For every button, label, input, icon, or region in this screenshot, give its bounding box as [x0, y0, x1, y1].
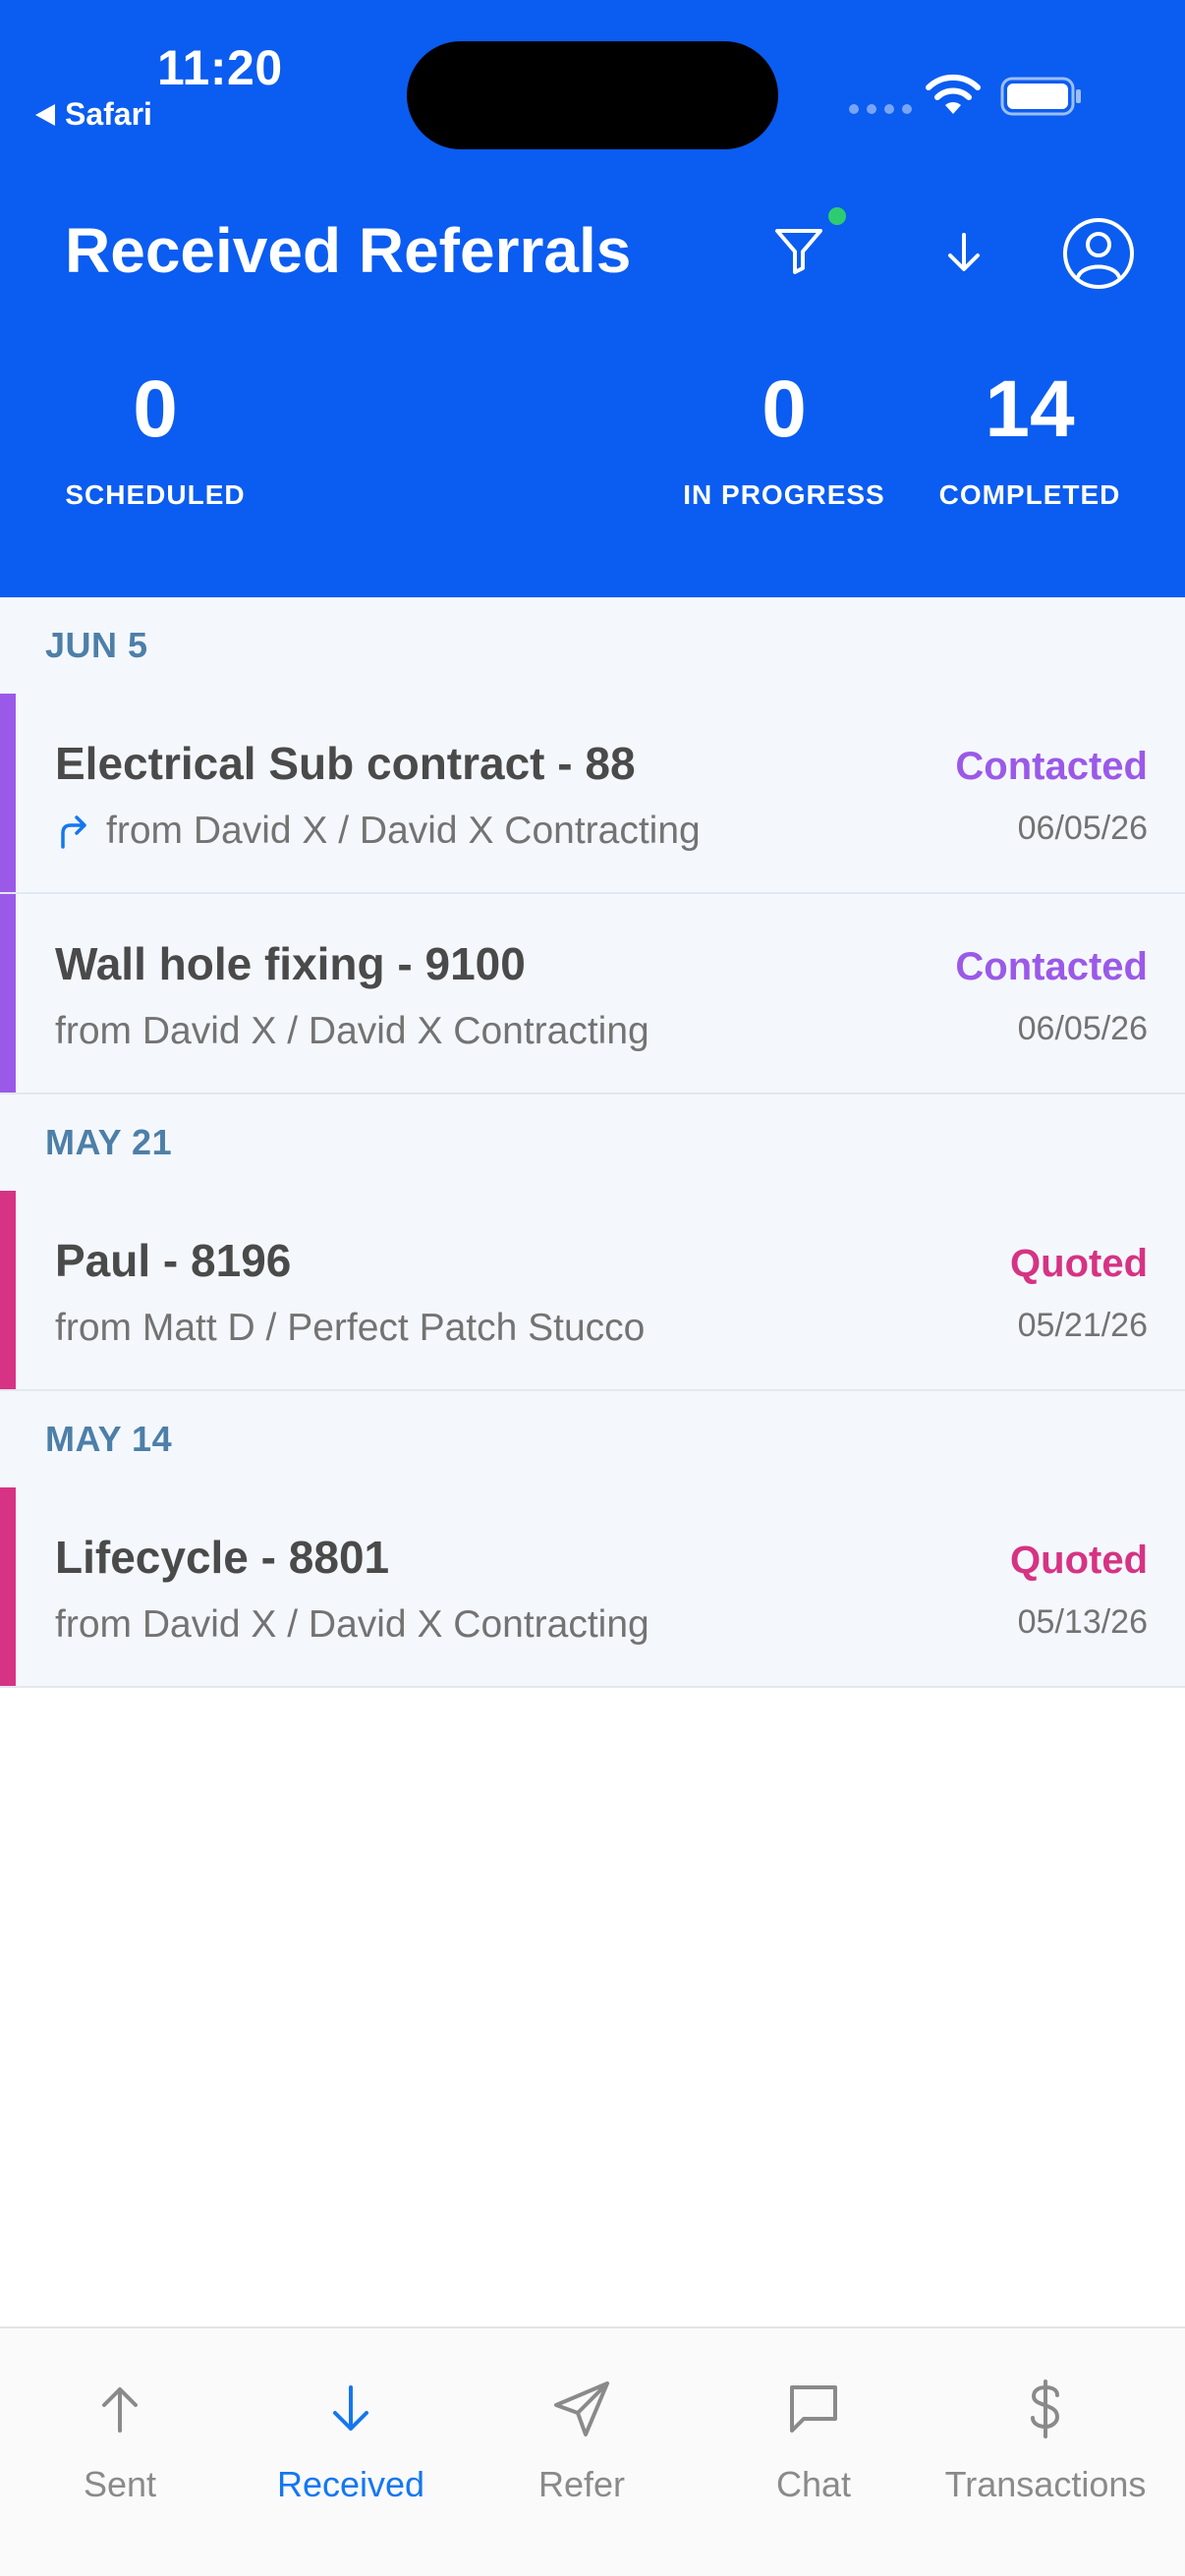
stat-completed[interactable]: 14 COMPLETED: [924, 369, 1136, 511]
stat-label: COMPLETED: [938, 479, 1121, 510]
tab-chat[interactable]: Chat: [696, 2378, 931, 2505]
back-triangle-icon: [35, 103, 55, 126]
status-badge: Quoted: [1010, 1539, 1148, 1582]
tab-label: Received: [276, 2464, 425, 2504]
referral-title: Paul - 8196: [55, 1235, 292, 1286]
referral-date: 06/05/26: [1017, 1010, 1148, 1047]
page-title: Received Referrals: [65, 215, 632, 286]
send-icon: [554, 2381, 609, 2436]
referral-source: from David X / David X Contracting: [55, 1603, 649, 1647]
tab-transactions[interactable]: Transactions: [928, 2378, 1163, 2505]
wifi-icon: [926, 74, 981, 114]
referral-title: Lifecycle - 8801: [55, 1532, 390, 1583]
status-accent-bar: [0, 894, 16, 1092]
tab-label: Sent: [83, 2464, 157, 2504]
status-badge: Contacted: [955, 945, 1148, 988]
tab-refer[interactable]: Refer: [464, 2378, 700, 2505]
referral-row[interactable]: Wall hole fixing - 9100 from David X / D…: [0, 894, 1185, 1094]
stat-in-progress[interactable]: 0 IN PROGRESS: [676, 369, 892, 511]
tab-label: Transactions: [944, 2464, 1147, 2504]
tab-sent[interactable]: Sent: [2, 2378, 238, 2505]
tab-bar: Sent Received Refer Chat Transactions: [0, 2326, 1185, 2576]
user-icon: [1063, 218, 1134, 289]
sort-button[interactable]: [930, 218, 998, 287]
referral-title: Electrical Sub contract - 88: [55, 738, 636, 789]
referral-from: from Matt D / Perfect Patch Stucco: [55, 1307, 646, 1349]
app-screen: 11:20 Safari Received Referrals 0 SCHEDU…: [0, 0, 1185, 2576]
status-badge: Contacted: [955, 745, 1148, 788]
filter-icon: [775, 229, 822, 274]
battery-icon: [1000, 77, 1081, 116]
filter-button[interactable]: [764, 216, 833, 285]
arrow-down-icon: [333, 2385, 368, 2431]
stat-value: 14: [985, 364, 1075, 454]
stat-label: SCHEDULED: [65, 479, 246, 510]
status-accent-bar: [0, 694, 16, 892]
filter-active-indicator: [825, 204, 849, 228]
tab-label: Refer: [537, 2464, 626, 2504]
chat-icon: [790, 2385, 837, 2433]
referral-from: from David X / David X Contracting: [55, 1603, 649, 1646]
referral-row[interactable]: Electrical Sub contract - 88 from David …: [0, 694, 1185, 894]
section-date-header: JUN 5: [45, 625, 148, 665]
back-to-safari[interactable]: Safari: [35, 96, 152, 133]
referral-date: 05/21/26: [1017, 1307, 1148, 1344]
stat-label: IN PROGRESS: [683, 479, 885, 510]
referral-date: 06/05/26: [1017, 810, 1148, 847]
section-date-header: MAY 14: [45, 1419, 173, 1459]
status-time: 11:20: [157, 40, 283, 95]
back-app-label: Safari: [65, 96, 152, 132]
referral-from: from David X / David X Contracting: [55, 1010, 649, 1052]
status-badge: Quoted: [1010, 1242, 1148, 1285]
arrow-up-icon: [102, 2387, 138, 2433]
tab-label: Chat: [775, 2464, 852, 2504]
referral-date: 05/13/26: [1017, 1603, 1148, 1641]
section-date-header: MAY 21: [45, 1122, 173, 1162]
stat-value: 0: [133, 364, 178, 454]
header: 11:20 Safari Received Referrals 0 SCHEDU…: [0, 0, 1185, 597]
referral-source: from David X / David X Contracting: [55, 1010, 649, 1053]
referral-list: JUN 5 Electrical Sub contract - 88 from …: [0, 597, 1185, 1688]
referral-row[interactable]: Paul - 8196 from Matt D / Perfect Patch …: [0, 1191, 1185, 1391]
stat-scheduled[interactable]: 0 SCHEDULED: [39, 369, 271, 511]
dollar-icon: [1031, 2380, 1060, 2438]
referral-from: from David X / David X Contracting: [106, 810, 701, 852]
forwarded-arrow-icon: [61, 815, 86, 849]
profile-button[interactable]: [1059, 214, 1138, 293]
arrow-down-icon: [948, 233, 980, 271]
referral-source: from Matt D / Perfect Patch Stucco: [55, 1307, 645, 1350]
referral-title: Wall hole fixing - 9100: [55, 938, 526, 989]
cellular-signal-icon: [849, 104, 912, 114]
referral-source: from David X / David X Contracting: [55, 810, 701, 853]
stat-value: 0: [762, 364, 807, 454]
dynamic-island: [407, 41, 778, 149]
status-accent-bar: [0, 1487, 16, 1686]
referral-row[interactable]: Lifecycle - 8801 from David X / David X …: [0, 1487, 1185, 1688]
status-accent-bar: [0, 1191, 16, 1389]
tab-received[interactable]: Received: [233, 2378, 469, 2505]
